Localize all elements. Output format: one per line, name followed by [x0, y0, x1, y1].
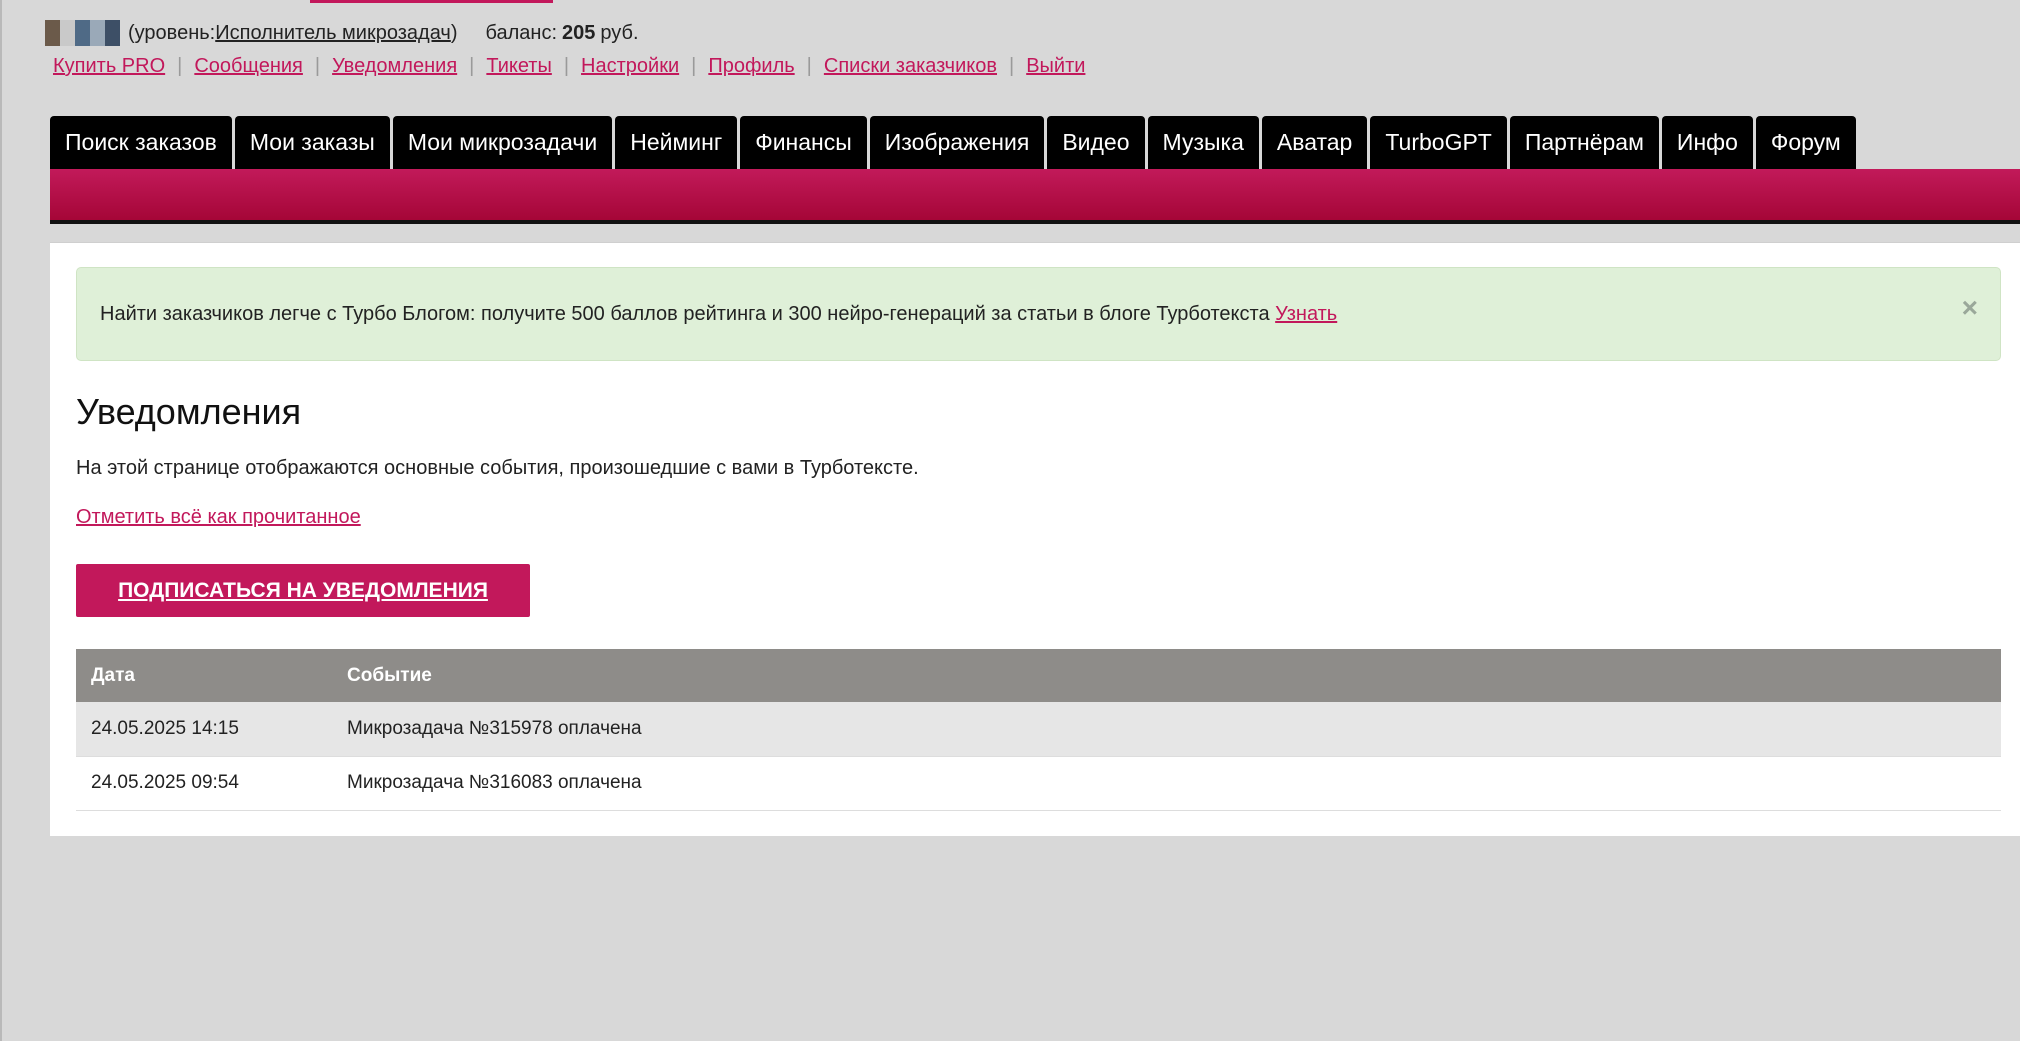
tab-turbogpt[interactable]: TurboGPT — [1370, 116, 1507, 169]
tab-video[interactable]: Видео — [1047, 116, 1145, 169]
tab-my-microtasks[interactable]: Мои микрозадачи — [392, 116, 613, 169]
link-messages[interactable]: Сообщения — [194, 55, 303, 78]
link-separator: | — [806, 55, 812, 77]
cell-date: 24.05.2025 09:54 — [76, 756, 332, 811]
subscribe-notifications-button[interactable]: ПОДПИСАТЬСЯ НА УВЕДОМЛЕНИЯ — [76, 564, 530, 617]
link-logout[interactable]: Выйти — [1026, 55, 1085, 78]
alert-text: Найти заказчиков легче с Турбо Блогом: п… — [100, 303, 1270, 325]
link-separator: | — [1009, 55, 1015, 77]
close-icon[interactable]: × — [1962, 294, 1978, 322]
link-settings[interactable]: Настройки — [581, 55, 679, 78]
page-intro: На этой странице отображаются основные с… — [76, 457, 919, 479]
link-buy-pro[interactable]: Купить PRO — [53, 55, 165, 78]
mark-all-read-link[interactable]: Отметить всё как прочитанное — [76, 506, 361, 529]
cell-event: Микрозадача №316083 оплачена — [332, 756, 2001, 811]
balance-unit: руб. — [600, 21, 639, 44]
table-row: 24.05.2025 14:15 Микрозадача №315978 опл… — [76, 702, 2001, 757]
balance-label: баланс: — [485, 21, 557, 44]
tab-forum[interactable]: Форум — [1755, 116, 1856, 169]
promo-alert: Найти заказчиков легче с Турбо Блогом: п… — [76, 267, 2001, 361]
alert-learn-more-link[interactable]: Узнать — [1275, 303, 1337, 325]
tab-my-orders[interactable]: Мои заказы — [234, 116, 390, 169]
main-nav-tabs: Поиск заказов Мои заказы Мои микрозадачи… — [50, 116, 1859, 169]
user-info-line: (уровень: Исполнитель микрозадач ) балан… — [45, 20, 639, 46]
link-profile[interactable]: Профиль — [708, 55, 794, 78]
link-tickets[interactable]: Тикеты — [486, 55, 551, 78]
window-left-edge — [0, 0, 2, 1041]
tab-partners[interactable]: Партнёрам — [1509, 116, 1659, 169]
tab-avatar[interactable]: Аватар — [1261, 116, 1368, 169]
cell-event: Микрозадача №315978 оплачена — [332, 702, 2001, 757]
level-suffix: ) — [450, 21, 458, 44]
column-header-date: Дата — [76, 649, 332, 702]
level-link[interactable]: Исполнитель микрозадач — [215, 22, 451, 45]
table-row: 24.05.2025 09:54 Микрозадача №316083 опл… — [76, 756, 2001, 811]
page-title: Уведомления — [76, 391, 302, 432]
column-header-event: Событие — [332, 649, 2001, 702]
link-client-lists[interactable]: Списки заказчиков — [824, 55, 997, 78]
link-separator: | — [177, 55, 183, 77]
alert-message: Найти заказчиков легче с Турбо Блогом: п… — [100, 303, 1337, 326]
tab-order-search[interactable]: Поиск заказов — [50, 116, 232, 169]
content-panel: Найти заказчиков легче с Турбо Блогом: п… — [50, 242, 2020, 836]
tab-bar-band — [50, 169, 2020, 224]
link-separator: | — [314, 55, 321, 77]
balance-value: 205 — [562, 21, 596, 44]
link-separator: | — [563, 55, 570, 77]
link-separator: | — [691, 55, 697, 77]
top-links: Купить PRO | Сообщения | Уведомления | Т… — [53, 55, 1085, 78]
link-separator: | — [469, 55, 475, 77]
tab-naming[interactable]: Нейминг — [615, 116, 738, 169]
tab-info[interactable]: Инфо — [1661, 116, 1753, 169]
table-header-row: Дата Событие — [76, 649, 2001, 702]
cell-date: 24.05.2025 14:15 — [76, 702, 332, 757]
link-notifications[interactable]: Уведомления — [332, 55, 457, 78]
top-accent-strip — [310, 0, 553, 3]
tab-music[interactable]: Музыка — [1147, 116, 1259, 169]
username-redacted — [45, 20, 120, 46]
tab-images[interactable]: Изображения — [869, 116, 1045, 169]
notifications-table: Дата Событие 24.05.2025 14:15 Микрозадач… — [76, 649, 2001, 811]
tab-finance[interactable]: Финансы — [740, 116, 867, 169]
level-prefix: (уровень: — [128, 21, 216, 44]
